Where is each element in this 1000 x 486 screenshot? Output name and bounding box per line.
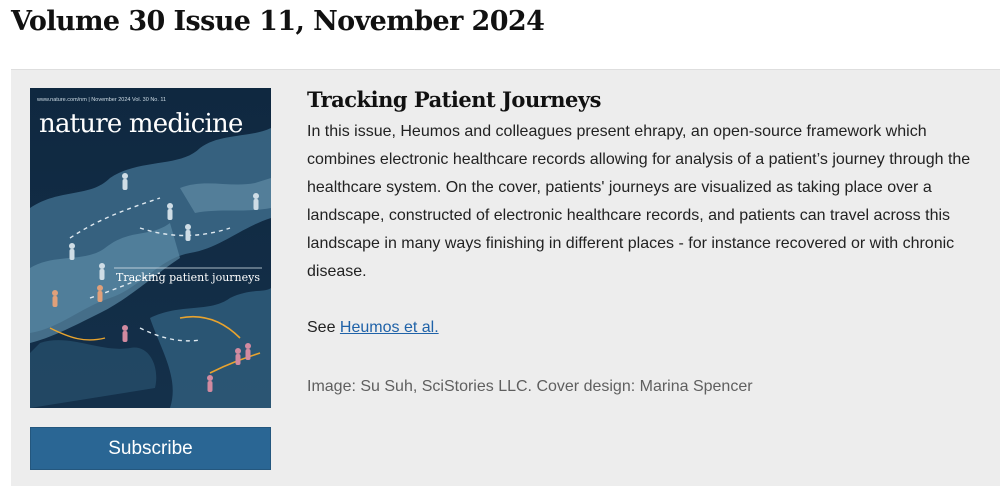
cover-journal-name: nature medicine [39, 109, 243, 139]
article-title: Tracking Patient Journeys [307, 87, 601, 112]
issue-panel: www.nature.com/nm | November 2024 Vol. 3… [11, 69, 1000, 486]
cover-line: Tracking patient journeys [116, 271, 260, 284]
cover-image[interactable]: www.nature.com/nm | November 2024 Vol. 3… [30, 88, 271, 408]
subscribe-button[interactable]: Subscribe [30, 427, 271, 470]
cover-url-line: www.nature.com/nm | November 2024 Vol. 3… [36, 97, 166, 103]
article-link[interactable]: Heumos et al. [340, 319, 439, 336]
image-credit: Image: Su Suh, SciStories LLC. Cover des… [307, 378, 753, 395]
article-content: Tracking Patient Journeys In this issue,… [307, 86, 977, 395]
see-reference: See Heumos et al. [307, 314, 439, 342]
article-description: In this issue, Heumos and colleagues pre… [307, 123, 971, 280]
cover-illustration: www.nature.com/nm | November 2024 Vol. 3… [30, 88, 271, 408]
page-title: Volume 30 Issue 11, November 2024 [11, 6, 545, 37]
see-prefix: See [307, 319, 336, 336]
